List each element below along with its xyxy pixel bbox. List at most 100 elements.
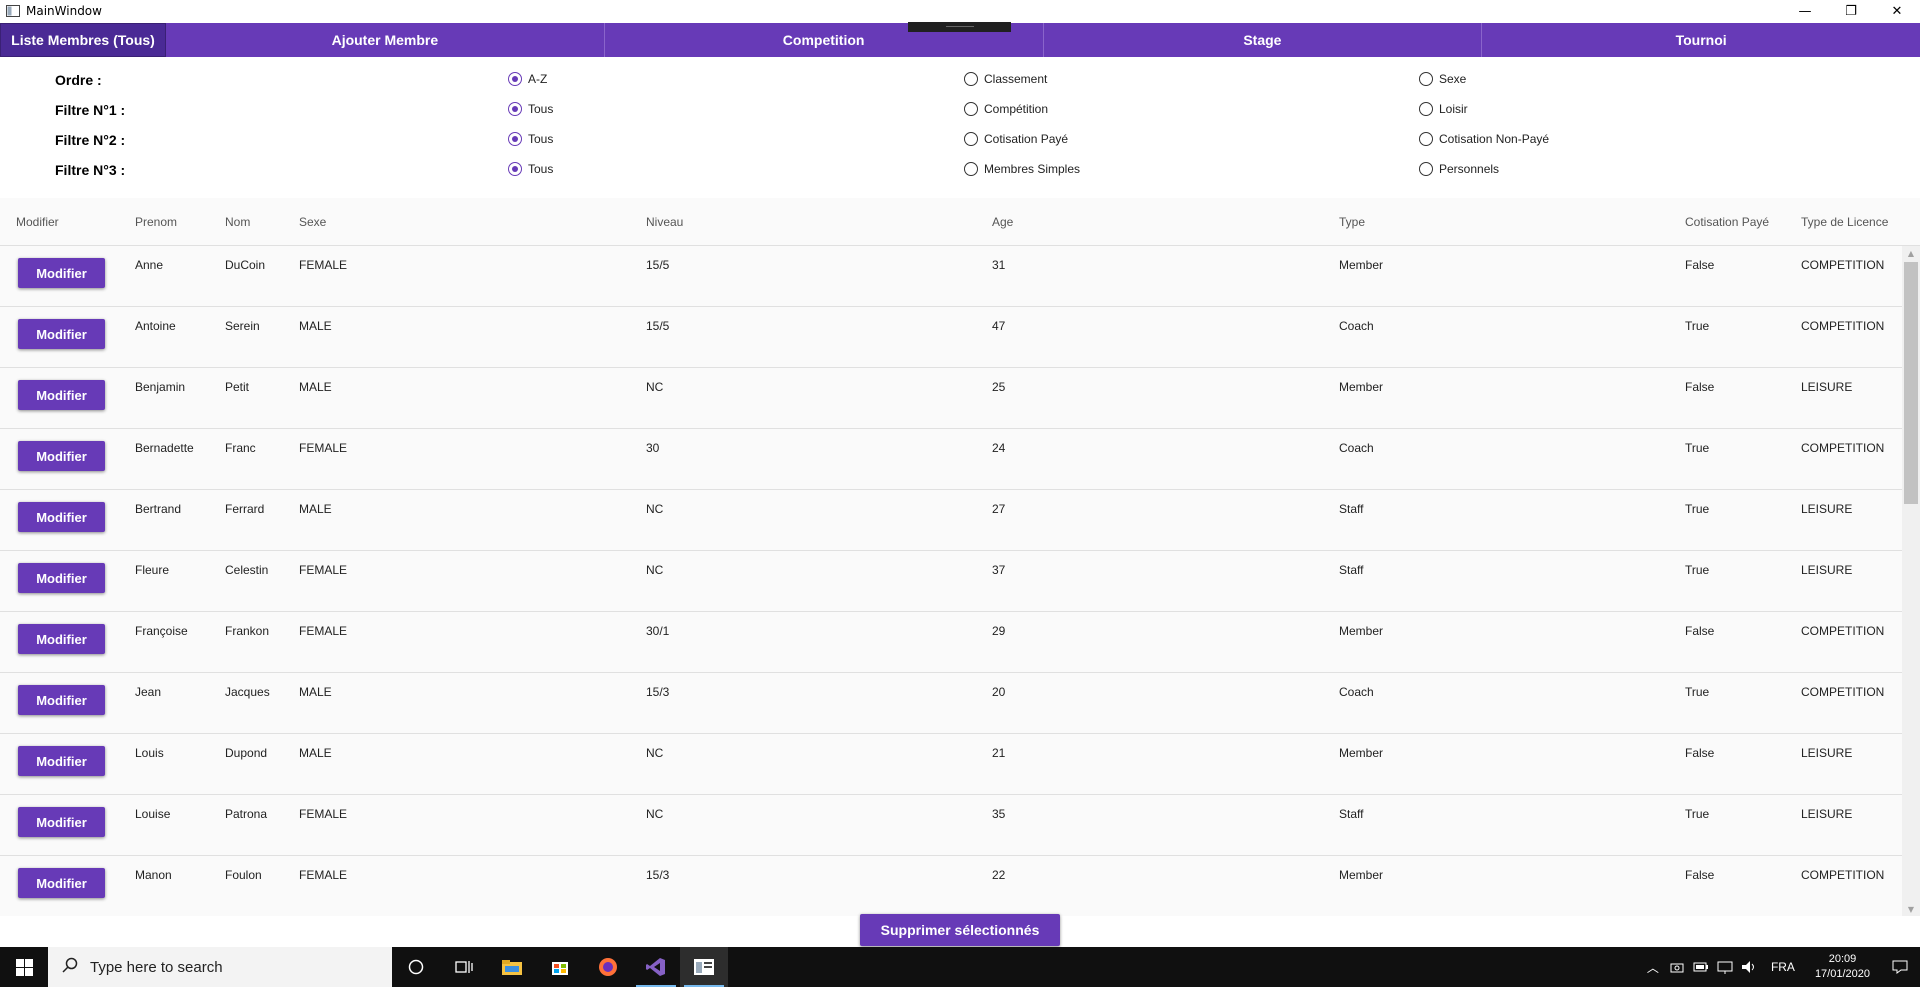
close-button[interactable]: ✕ xyxy=(1874,0,1920,22)
modifier-button[interactable]: Modifier xyxy=(18,258,105,288)
delete-selected-button[interactable]: Supprimer sélectionnés xyxy=(860,914,1060,946)
radio-filtre1-tous[interactable]: Tous xyxy=(508,102,553,116)
table-row[interactable]: Modifier Jean Jacques MALE 15/3 20 Coach True CO… xyxy=(0,673,1902,734)
radio-ordre-classement[interactable]: Classement xyxy=(964,72,1047,86)
header-sexe[interactable]: Sexe xyxy=(299,215,326,229)
modifier-button[interactable]: Modifier xyxy=(18,319,105,349)
tab-tournoi[interactable]: Tournoi xyxy=(1482,23,1920,57)
table-row[interactable]: Modifier Louise Patrona FEMALE NC 35 Staff True… xyxy=(0,795,1902,856)
header-type[interactable]: Type xyxy=(1339,215,1365,229)
cell-nom: Petit xyxy=(225,380,250,394)
modifier-button[interactable]: Modifier xyxy=(18,624,105,654)
maximize-button[interactable]: ❐ xyxy=(1828,0,1874,22)
cell-prenom: Bertrand xyxy=(135,502,182,516)
table-row[interactable]: Modifier Manon Foulon FEMALE 15/3 22 Member Fal… xyxy=(0,856,1902,916)
table-row[interactable]: Modifier Françoise Frankon FEMALE 30/1 29 Memb… xyxy=(0,612,1902,673)
cell-age: 37 xyxy=(992,563,1006,577)
radio-checked-icon xyxy=(508,162,522,176)
radio-label: Tous xyxy=(528,102,554,116)
cell-licence: LEISURE xyxy=(1801,807,1853,821)
header-type-licence[interactable]: Type de Licence xyxy=(1801,215,1888,229)
radio-unchecked-icon xyxy=(1419,162,1433,176)
windows-start-icon[interactable] xyxy=(0,947,48,987)
modifier-button[interactable]: Modifier xyxy=(18,746,105,776)
debug-toolbar-grip[interactable] xyxy=(908,22,1011,32)
file-explorer-icon[interactable] xyxy=(488,947,536,987)
taskbar-clock[interactable]: 20:09 17/01/2020 xyxy=(1805,952,1880,982)
scroll-up-icon[interactable]: ▲ xyxy=(1902,246,1920,260)
modifier-button[interactable]: Modifier xyxy=(18,380,105,410)
window-controls: — ❐ ✕ xyxy=(1782,0,1920,22)
visual-studio-icon[interactable] xyxy=(632,947,680,987)
app-window-icon xyxy=(5,3,21,19)
table-row[interactable]: Modifier Antoine Serein MALE 15/5 47 Coach True… xyxy=(0,307,1902,368)
radio-filtre3-personnels[interactable]: Personnels xyxy=(1419,162,1499,176)
firefox-icon[interactable] xyxy=(584,947,632,987)
scrollbar-thumb[interactable] xyxy=(1904,262,1918,504)
table-row[interactable]: Modifier Louis Dupond MALE NC 21 Member False LE… xyxy=(0,734,1902,795)
cell-age: 21 xyxy=(992,746,1006,760)
radio-filtre2-paye[interactable]: Cotisation Payé xyxy=(964,132,1068,146)
windows-taskbar: Type here to search ︿ FRA 20:09 17/01/20… xyxy=(0,947,1920,987)
notification-icon[interactable] xyxy=(1880,960,1920,974)
chevron-up-icon[interactable]: ︿ xyxy=(1641,959,1665,976)
task-view-icon[interactable] xyxy=(440,947,488,987)
modifier-button[interactable]: Modifier xyxy=(18,685,105,715)
header-nom[interactable]: Nom xyxy=(225,215,250,229)
cortana-icon[interactable] xyxy=(392,947,440,987)
taskbar-search-box[interactable]: Type here to search xyxy=(48,947,392,987)
modifier-button[interactable]: Modifier xyxy=(18,441,105,471)
radio-ordre-az[interactable]: A-Z xyxy=(508,72,547,86)
radio-checked-icon xyxy=(508,132,522,146)
modifier-button[interactable]: Modifier xyxy=(18,502,105,532)
cell-type: Staff xyxy=(1339,502,1364,516)
header-age[interactable]: Age xyxy=(992,215,1013,229)
cell-nom: Serein xyxy=(225,319,260,333)
cell-type: Coach xyxy=(1339,319,1374,333)
table-scrollbar[interactable]: ▲ ▼ xyxy=(1902,246,1920,916)
radio-filtre1-competition[interactable]: Compétition xyxy=(964,102,1048,116)
modifier-button[interactable]: Modifier xyxy=(18,563,105,593)
tab-ajouter-membre[interactable]: Ajouter Membre xyxy=(166,23,605,57)
cell-prenom: Fleure xyxy=(135,563,170,577)
cell-licence: COMPETITION xyxy=(1801,258,1885,272)
cell-age: 35 xyxy=(992,807,1006,821)
cell-age: 29 xyxy=(992,624,1006,638)
cell-licence: LEISURE xyxy=(1801,502,1853,516)
cell-cotisation: False xyxy=(1685,746,1715,760)
header-cotisation-paye[interactable]: Cotisation Payé xyxy=(1685,215,1769,229)
cell-prenom: Antoine xyxy=(135,319,176,333)
table-row[interactable]: Modifier Benjamin Petit MALE NC 25 Member False… xyxy=(0,368,1902,429)
radio-filtre2-non-paye[interactable]: Cotisation Non-Payé xyxy=(1419,132,1549,146)
minimize-button[interactable]: — xyxy=(1782,0,1828,22)
search-placeholder: Type here to search xyxy=(90,958,223,976)
table-row[interactable]: Modifier Bertrand Ferrard MALE NC 27 Staff True… xyxy=(0,490,1902,551)
scroll-down-icon[interactable]: ▼ xyxy=(1902,902,1920,916)
header-prenom[interactable]: Prenom xyxy=(135,215,177,229)
tab-liste-membres[interactable]: Liste Membres (Tous) xyxy=(0,23,166,57)
radio-filtre2-tous[interactable]: Tous xyxy=(508,132,553,146)
table-row[interactable]: Modifier Anne DuCoin FEMALE 15/5 31 Member Fals… xyxy=(0,246,1902,307)
modifier-button[interactable]: Modifier xyxy=(18,807,105,837)
header-modifier[interactable]: Modifier xyxy=(16,215,59,229)
cell-niveau: NC xyxy=(646,807,664,821)
header-niveau[interactable]: Niveau xyxy=(646,215,683,229)
battery-icon[interactable] xyxy=(1689,962,1713,972)
radio-ordre-sexe[interactable]: Sexe xyxy=(1419,72,1466,86)
cell-nom: Jacques xyxy=(225,685,270,699)
cell-type: Member xyxy=(1339,258,1384,272)
camera-icon[interactable] xyxy=(1665,961,1689,973)
cell-type: Coach xyxy=(1339,685,1374,699)
modifier-button[interactable]: Modifier xyxy=(18,868,105,898)
network-icon[interactable] xyxy=(1713,960,1737,974)
radio-filtre3-membres-simples[interactable]: Membres Simples xyxy=(964,162,1080,176)
radio-filtre1-loisir[interactable]: Loisir xyxy=(1419,102,1468,116)
language-indicator[interactable]: FRA xyxy=(1761,960,1805,974)
tab-stage[interactable]: Stage xyxy=(1044,23,1483,57)
volume-icon[interactable] xyxy=(1737,960,1761,974)
table-row[interactable]: Modifier Fleure Celestin FEMALE NC 37 Staff Tru… xyxy=(0,551,1902,612)
app-mainwindow-taskbar-icon[interactable] xyxy=(680,947,728,987)
table-row[interactable]: Modifier Bernadette Franc FEMALE 30 24 Coach Tr… xyxy=(0,429,1902,490)
radio-filtre3-tous[interactable]: Tous xyxy=(508,162,553,176)
store-icon[interactable] xyxy=(536,947,584,987)
